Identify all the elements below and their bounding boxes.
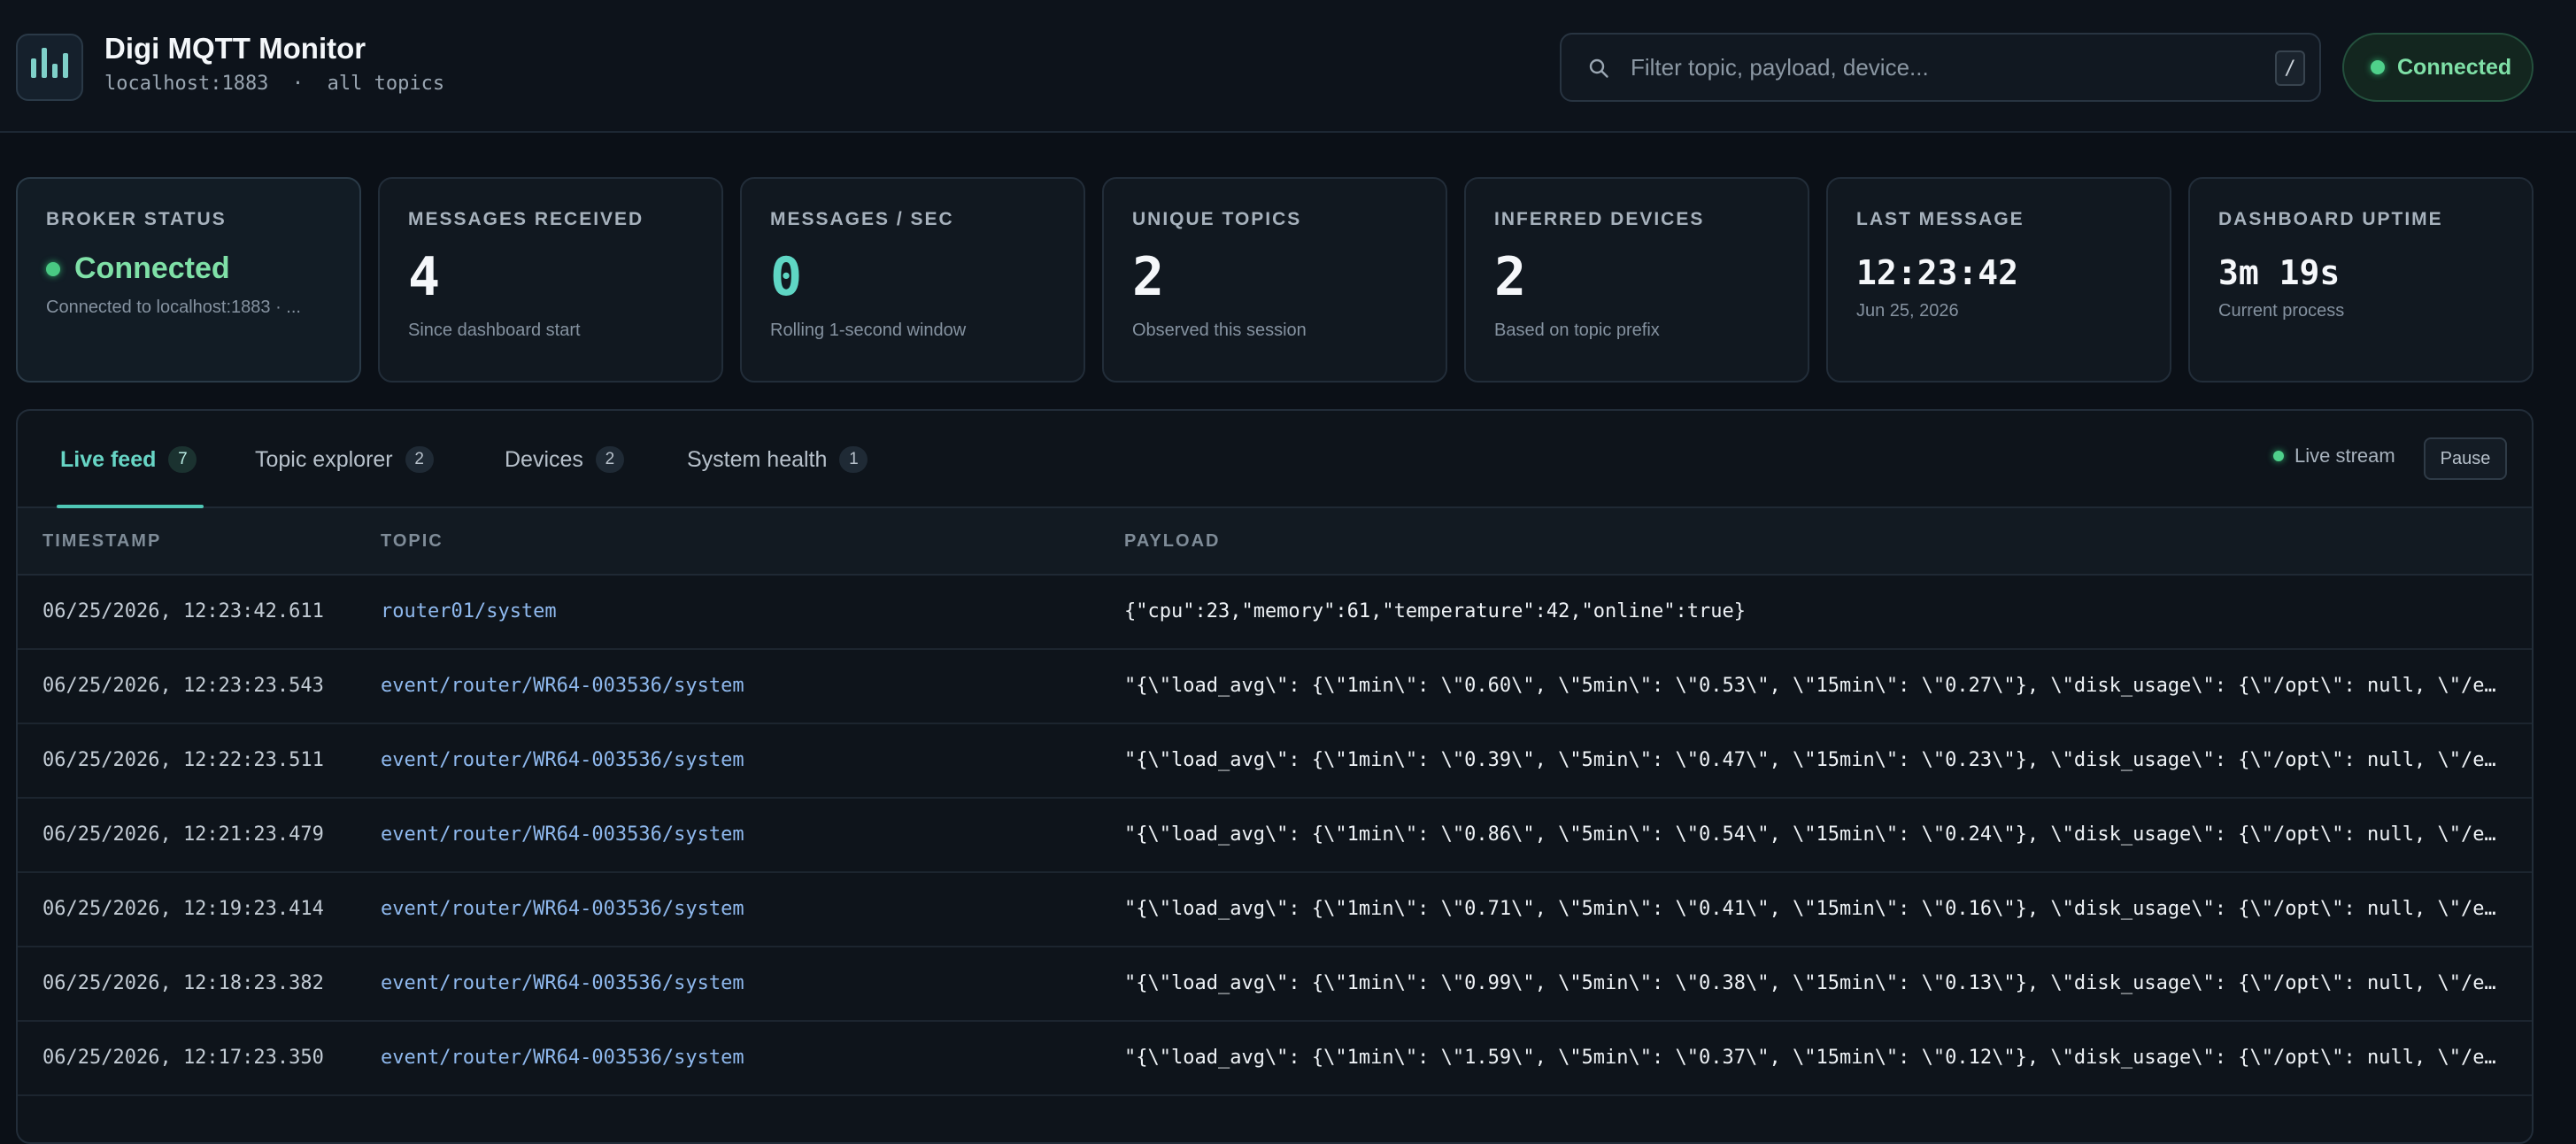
stat-card-messages-per-sec: MESSAGES / SEC 0 Rolling 1-second window <box>740 177 1085 383</box>
table-row[interactable]: 06/25/2026, 12:23:23.543 event/router/WR… <box>18 650 2532 724</box>
tab-label: System health <box>687 446 828 472</box>
topic-cell[interactable]: event/router/WR64-003536/system <box>381 823 744 846</box>
stat-value: 4 <box>408 246 441 308</box>
topic-cell[interactable]: event/router/WR64-003536/system <box>381 675 744 697</box>
tab-live-feed[interactable]: Live feed 7 <box>60 411 197 508</box>
pause-button[interactable]: Pause <box>2424 437 2507 480</box>
topic-cell[interactable]: event/router/WR64-003536/system <box>381 972 744 994</box>
payload-cell: "{\"load_avg\": {\"1min\": \"0.99\", \"5… <box>1124 972 2496 994</box>
column-header-timestamp: TIMESTAMP <box>42 531 162 551</box>
stat-card-unique-topics: UNIQUE TOPICS 2 Observed this session <box>1102 177 1447 383</box>
connection-status-badge: Connected <box>2342 33 2534 102</box>
stat-card-last-message: LAST MESSAGE 12:23:42 Jun 25, 2026 <box>1826 177 2171 383</box>
payload-cell: "{\"load_avg\": {\"1min\": \"0.86\", \"5… <box>1124 823 2496 846</box>
stat-label: MESSAGES RECEIVED <box>408 209 644 229</box>
search-icon <box>1589 58 1608 78</box>
tab-devices[interactable]: Devices 2 <box>505 411 624 508</box>
stat-sub: Based on topic prefix <box>1494 321 1660 340</box>
timestamp-cell: 06/25/2026, 12:22:23.511 <box>42 749 324 771</box>
app-header: Digi MQTT Monitor localhost:1883 · all t… <box>0 0 2576 133</box>
stat-sub: Since dashboard start <box>408 321 581 340</box>
stat-label: UNIQUE TOPICS <box>1132 209 1302 229</box>
stat-sub: Connected to localhost:1883 · ... <box>46 298 301 317</box>
table-row[interactable]: 06/25/2026, 12:18:23.382 event/router/WR… <box>18 947 2532 1022</box>
stat-value: 2 <box>1132 246 1165 308</box>
broker-status-value: Connected <box>74 251 230 285</box>
feed-panel: Live feed 7 Topic explorer 2 Devices 2 S… <box>16 409 2534 1144</box>
stat-label: INFERRED DEVICES <box>1494 209 1705 229</box>
stat-label: MESSAGES / SEC <box>770 209 954 229</box>
payload-cell: "{\"load_avg\": {\"1min\": \"1.59\", \"5… <box>1124 1047 2496 1069</box>
table-row[interactable]: 06/25/2026, 12:22:23.511 event/router/WR… <box>18 724 2532 799</box>
stat-card-broker-status: BROKER STATUS Connected Connected to loc… <box>16 177 361 383</box>
tab-label: Devices <box>505 446 583 472</box>
app-title: Digi MQTT Monitor <box>104 32 366 65</box>
payload-cell: {"cpu":23,"memory":61,"temperature":42,"… <box>1124 600 1746 622</box>
tab-topic-explorer[interactable]: Topic explorer 2 <box>255 411 434 508</box>
topic-cell[interactable]: router01/system <box>381 600 557 622</box>
tab-bar: Live feed 7 Topic explorer 2 Devices 2 S… <box>18 411 2532 508</box>
column-header-topic: TOPIC <box>381 531 443 551</box>
tab-system-health[interactable]: System health 1 <box>687 411 868 508</box>
stat-label: DASHBOARD UPTIME <box>2218 209 2443 229</box>
live-stream-label: Live stream <box>2294 444 2395 467</box>
tab-count-badge: 2 <box>405 446 434 473</box>
bar-chart-icon <box>16 34 83 101</box>
tab-label: Live feed <box>60 446 157 472</box>
tab-count-badge: 7 <box>168 446 197 473</box>
stat-value: 12:23:42 <box>1856 253 2019 292</box>
table-row[interactable]: 06/25/2026, 12:19:23.414 event/router/WR… <box>18 873 2532 947</box>
stat-sub: Rolling 1-second window <box>770 321 967 340</box>
broker-status-row: Connected <box>46 251 230 286</box>
status-dot-icon <box>2273 451 2284 461</box>
stat-label: BROKER STATUS <box>46 209 227 229</box>
search-shortcut-key: / <box>2275 50 2305 86</box>
tab-count-badge: 1 <box>839 446 868 473</box>
stat-value: 3m 19s <box>2218 253 2341 292</box>
search-input[interactable] <box>1631 35 2233 100</box>
topic-cell[interactable]: event/router/WR64-003536/system <box>381 749 744 771</box>
stat-card-inferred-devices: INFERRED DEVICES 2 Based on topic prefix <box>1464 177 1809 383</box>
stat-card-dashboard-uptime: DASHBOARD UPTIME 3m 19s Current process <box>2188 177 2534 383</box>
stat-value: 2 <box>1494 246 1527 308</box>
stat-card-messages-received: MESSAGES RECEIVED 4 Since dashboard star… <box>378 177 723 383</box>
connection-status-label: Connected <box>2397 54 2512 80</box>
column-header-payload: PAYLOAD <box>1124 531 1221 551</box>
timestamp-cell: 06/25/2026, 12:19:23.414 <box>42 898 324 920</box>
timestamp-cell: 06/25/2026, 12:23:42.611 <box>42 600 324 622</box>
stat-sub: Current process <box>2218 301 2345 321</box>
search-box[interactable]: / <box>1560 33 2321 102</box>
stat-label: LAST MESSAGE <box>1856 209 2025 229</box>
status-dot-icon <box>2371 60 2385 74</box>
stat-sub: Jun 25, 2026 <box>1856 301 1959 321</box>
payload-cell: "{\"load_avg\": {\"1min\": \"0.39\", \"5… <box>1124 749 2496 771</box>
timestamp-cell: 06/25/2026, 12:18:23.382 <box>42 972 324 994</box>
tab-count-badge: 2 <box>595 446 624 473</box>
timestamp-cell: 06/25/2026, 12:21:23.479 <box>42 823 324 846</box>
timestamp-cell: 06/25/2026, 12:17:23.350 <box>42 1047 324 1069</box>
stat-value: 0 <box>770 246 803 308</box>
table-row[interactable]: 06/25/2026, 12:17:23.350 event/router/WR… <box>18 1022 2532 1096</box>
timestamp-cell: 06/25/2026, 12:23:23.543 <box>42 675 324 697</box>
payload-cell: "{\"load_avg\": {\"1min\": \"0.60\", \"5… <box>1124 675 2496 697</box>
tab-label: Topic explorer <box>255 446 393 472</box>
topic-cell[interactable]: event/router/WR64-003536/system <box>381 1047 744 1069</box>
table-row[interactable]: 06/25/2026, 12:21:23.479 event/router/WR… <box>18 799 2532 873</box>
payload-cell: "{\"load_avg\": {\"1min\": \"0.71\", \"5… <box>1124 898 2496 920</box>
status-dot-icon <box>46 261 60 276</box>
stat-sub: Observed this session <box>1132 321 1307 340</box>
broker-subtitle: localhost:1883 · all topics <box>104 73 445 95</box>
table-header: TIMESTAMP TOPIC PAYLOAD <box>18 508 2532 576</box>
live-stream-indicator: Live stream <box>2273 444 2395 468</box>
table-row[interactable]: 06/25/2026, 12:23:42.611 router01/system… <box>18 576 2532 650</box>
topic-cell[interactable]: event/router/WR64-003536/system <box>381 898 744 920</box>
